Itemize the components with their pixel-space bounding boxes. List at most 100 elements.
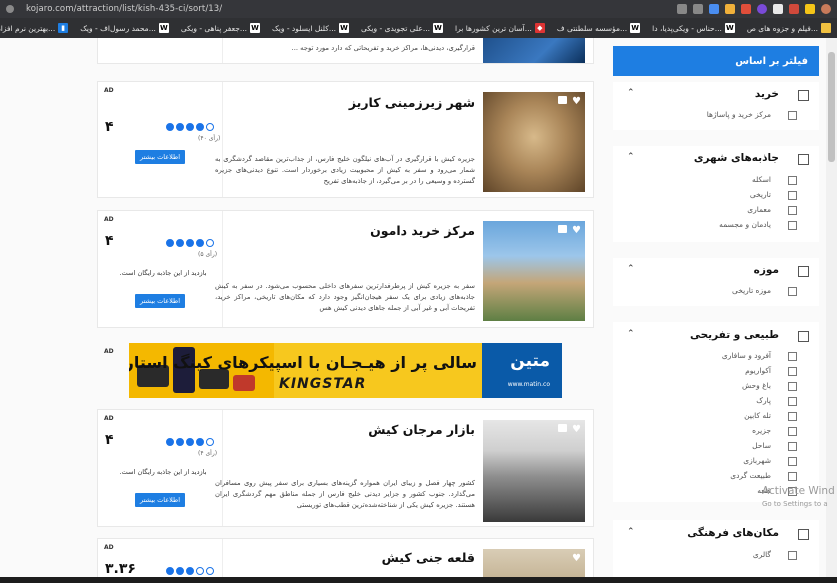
section-checkbox[interactable] xyxy=(798,154,809,165)
filter-checkbox[interactable] xyxy=(788,472,797,481)
listing-image[interactable] xyxy=(483,38,585,63)
chevron-up-icon[interactable]: ⌃ xyxy=(627,152,635,162)
filter-option[interactable]: موزه تاریخی xyxy=(732,286,771,295)
chevron-up-icon[interactable]: ⌃ xyxy=(627,329,635,339)
url-field[interactable]: kojaro.com/attraction/list/kish-435-ci/s… xyxy=(26,4,222,14)
section-checkbox[interactable] xyxy=(798,90,809,101)
section-checkbox[interactable] xyxy=(798,266,809,277)
extension-icon[interactable] xyxy=(773,4,783,14)
taskbar xyxy=(0,577,837,583)
bag-icon[interactable] xyxy=(558,96,567,104)
filter-checkbox[interactable] xyxy=(788,191,797,200)
wikipedia-icon: W xyxy=(724,23,735,33)
section-checkbox[interactable] xyxy=(798,529,809,540)
filter-option[interactable]: مرکز خرید و پاساژها xyxy=(707,110,771,119)
rating-dot xyxy=(206,438,214,446)
listing-image[interactable]: ♥ xyxy=(483,92,585,192)
more-info-button[interactable]: اطلاعات بیشتر xyxy=(135,493,185,507)
filter-checkbox[interactable] xyxy=(788,352,797,361)
heart-icon[interactable]: ♥ xyxy=(572,225,581,236)
filter-checkbox[interactable] xyxy=(788,221,797,230)
bookmark-item[interactable]: W علی تجویدی - ویکی... xyxy=(361,23,444,33)
extension-icons xyxy=(677,4,831,14)
bookmark-star-icon[interactable] xyxy=(693,4,703,14)
matin-url: www.matin.co xyxy=(507,381,550,388)
filter-checkbox[interactable] xyxy=(788,287,797,296)
filter-checkbox[interactable] xyxy=(788,111,797,120)
scrollbar-thumb[interactable] xyxy=(828,52,835,162)
section-title[interactable]: خرید xyxy=(755,88,779,100)
advertisement-banner[interactable]: سالی پر از هیـجـان با اسپیکرهای کینگ است… xyxy=(129,343,562,398)
filter-option[interactable]: آکواریوم xyxy=(745,366,771,375)
rating-dots xyxy=(166,239,214,247)
listing-title[interactable]: شهر زیرزمینی کاریز xyxy=(349,95,475,110)
listing-score: ۴ xyxy=(105,432,114,448)
filter-option[interactable]: تاریخی xyxy=(750,190,771,199)
profile-avatar[interactable] xyxy=(821,4,831,14)
chevron-up-icon[interactable]: ⌃ xyxy=(627,527,635,537)
bookmark-item[interactable]: W جعفر پناهی - ویکی... xyxy=(181,23,261,33)
bookmark-item[interactable]: ◆ آسان ترین کشورها برا... xyxy=(455,23,545,33)
filter-checkbox[interactable] xyxy=(788,412,797,421)
banner-brand: KINGSTAR xyxy=(279,376,367,392)
listing-image[interactable]: ♥ xyxy=(483,221,585,321)
bookmark-item[interactable]: W محمد رسول‌اف - ویک... xyxy=(80,23,169,33)
more-info-button[interactable]: اطلاعات بیشتر xyxy=(135,294,185,308)
listing-title[interactable]: مرکز خرید دامون xyxy=(370,223,475,238)
rating-dot xyxy=(186,239,194,247)
listing-title[interactable]: قلعه جنی کیش xyxy=(382,550,475,565)
bookmark-item[interactable]: فیلم و جزوه های ص... xyxy=(747,23,831,33)
chevron-up-icon[interactable]: ⌃ xyxy=(627,264,635,274)
filter-option[interactable]: پارک xyxy=(756,396,771,405)
site-info-icon[interactable] xyxy=(6,5,14,13)
filter-checkbox[interactable] xyxy=(788,176,797,185)
more-info-button[interactable]: اطلاعات بیشتر xyxy=(135,150,185,164)
listing-title[interactable]: بازار مرجان کیش xyxy=(368,422,475,437)
filter-checkbox[interactable] xyxy=(788,367,797,376)
bag-icon[interactable] xyxy=(558,225,567,233)
bookmark-item[interactable]: W حناس - ویکی‌پدیا، دا... xyxy=(652,23,735,33)
bookmark-item[interactable]: W مؤسسه سلطنتی ف... xyxy=(557,23,641,33)
filter-option[interactable]: تله کابین xyxy=(744,411,771,420)
section-title[interactable]: مکان‌های فرهنگی xyxy=(687,527,779,539)
filter-checkbox[interactable] xyxy=(788,551,797,560)
heart-icon[interactable]: ♥ xyxy=(572,553,581,564)
bag-icon[interactable] xyxy=(558,424,567,432)
filter-option[interactable]: طبیعت گردی xyxy=(730,471,771,480)
filter-checkbox[interactable] xyxy=(788,442,797,451)
filter-option[interactable]: یادمان و مجسمه xyxy=(719,220,771,229)
filter-header: فیلتر بر اساس xyxy=(613,46,819,76)
filter-checkbox[interactable] xyxy=(788,457,797,466)
filter-checkbox[interactable] xyxy=(788,397,797,406)
filter-option[interactable]: شهربازی xyxy=(743,456,771,465)
filter-option[interactable]: گالری xyxy=(753,550,771,559)
section-title[interactable]: موزه xyxy=(754,264,779,276)
extension-icon[interactable] xyxy=(725,4,735,14)
chevron-up-icon[interactable]: ⌃ xyxy=(627,88,635,98)
filter-checkbox[interactable] xyxy=(788,427,797,436)
section-title[interactable]: جاذبه‌های شهری xyxy=(694,152,779,164)
bookmark-item[interactable]: ▮بهترین نرم افزارهای م... xyxy=(0,23,69,33)
filter-option[interactable]: آفرود و سافاری xyxy=(722,351,771,360)
heart-icon[interactable]: ♥ xyxy=(572,424,581,435)
extension-icon[interactable] xyxy=(805,4,815,14)
section-checkbox[interactable] xyxy=(798,331,809,342)
banner-tagline: سالی پر از هیـجـان با اسپیکرهای کینگ است… xyxy=(129,353,477,372)
section-title[interactable]: طبیعی و تفریحی xyxy=(690,329,779,341)
filter-option[interactable]: اسکله xyxy=(752,175,771,184)
filter-option[interactable]: جزیره xyxy=(752,426,771,435)
filter-option[interactable]: معماری xyxy=(747,205,771,214)
extension-icon[interactable] xyxy=(741,4,751,14)
heart-icon[interactable]: ♥ xyxy=(572,96,581,107)
rating-dot xyxy=(196,567,204,575)
extension-icon[interactable] xyxy=(789,4,799,14)
share-icon[interactable] xyxy=(677,4,687,14)
filter-checkbox[interactable] xyxy=(788,206,797,215)
listing-image[interactable]: ♥ xyxy=(483,420,585,522)
bookmark-item[interactable]: W کلنل ایسلود - ویک... xyxy=(272,23,350,33)
extension-icon[interactable] xyxy=(757,4,767,14)
filter-option[interactable]: ساحل xyxy=(752,441,771,450)
filter-option[interactable]: باغ وحش xyxy=(742,381,771,390)
extension-icon[interactable] xyxy=(709,4,719,14)
filter-checkbox[interactable] xyxy=(788,382,797,391)
